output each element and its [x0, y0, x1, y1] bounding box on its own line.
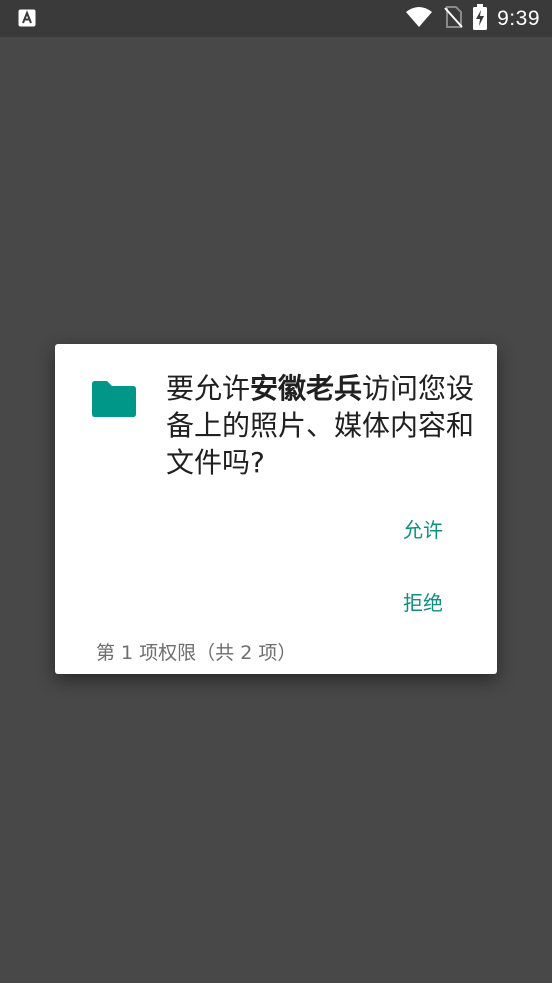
permission-message: 要允许安徽老兵访问您设备上的照片、媒体内容和文件吗? [166, 370, 478, 481]
status-icons: 9:39 [405, 0, 540, 37]
status-bar: 9:39 [0, 0, 552, 37]
permission-dialog: 要允许安徽老兵访问您设备上的照片、媒体内容和文件吗? 允许 拒绝 第 1 项权限… [55, 344, 497, 674]
status-time: 9:39 [497, 7, 540, 30]
permission-page-count: 第 1 项权限（共 2 项） [96, 642, 297, 664]
folder-icon [90, 380, 137, 418]
deny-button[interactable]: 拒绝 [397, 585, 449, 621]
message-prefix: 要允许 [166, 372, 251, 405]
allow-button[interactable]: 允许 [397, 512, 449, 548]
app-name: 安徽老兵 [250, 372, 363, 405]
app-notification-a-icon [18, 9, 36, 27]
no-sim-icon [443, 5, 463, 33]
battery-charging-icon [473, 3, 488, 34]
wifi-icon [405, 6, 433, 32]
